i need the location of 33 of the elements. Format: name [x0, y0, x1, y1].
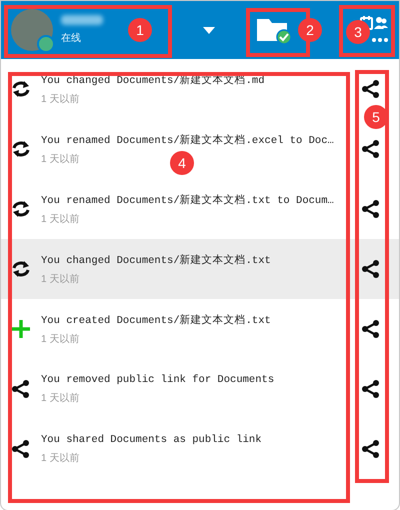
share-button[interactable]	[361, 199, 381, 219]
blurred-username	[61, 15, 103, 25]
refresh-icon	[11, 139, 31, 159]
activity-message[interactable]: You removed public link for Documents	[41, 374, 361, 386]
user-status: 在线	[61, 32, 82, 45]
activity-message[interactable]: You created Documents/新建文本文档.txt	[41, 312, 361, 326]
activity-time: 1 天以前	[41, 212, 80, 226]
activity-message[interactable]: You renamed Documents/新建文本文档.excel to Doc…	[41, 132, 361, 146]
share-button[interactable]	[361, 319, 381, 339]
activity-time: 1 天以前	[41, 152, 80, 166]
activity-time: 1 天以前	[41, 92, 80, 106]
activity-time: 1 天以前	[41, 392, 80, 404]
folder-check-icon[interactable]	[257, 16, 291, 44]
activity-message[interactable]: You shared Documents as public link	[41, 434, 361, 446]
activity-time: 1 天以前	[41, 332, 80, 346]
share-button[interactable]	[361, 139, 381, 159]
share-button[interactable]	[361, 379, 381, 399]
plus-icon	[11, 319, 31, 339]
activity-message[interactable]: You changed Documents/新建文本文档.txt	[41, 252, 361, 266]
share-icon	[11, 439, 31, 459]
share-icon	[11, 379, 31, 399]
share-button[interactable]	[361, 79, 381, 99]
activity-time: 1 天以前	[41, 272, 80, 286]
refresh-icon	[11, 259, 31, 279]
activity-message[interactable]: You renamed Documents/新建文本文档.txt to Docum…	[41, 192, 361, 206]
activity-time: 1 天以前	[41, 452, 80, 464]
refresh-icon	[11, 199, 31, 219]
refresh-icon	[11, 79, 31, 99]
share-button[interactable]	[361, 439, 381, 459]
callout-frame	[339, 5, 395, 57]
caret-icon[interactable]	[203, 26, 215, 34]
share-button[interactable]	[361, 259, 381, 279]
online-status-dot	[37, 35, 55, 53]
